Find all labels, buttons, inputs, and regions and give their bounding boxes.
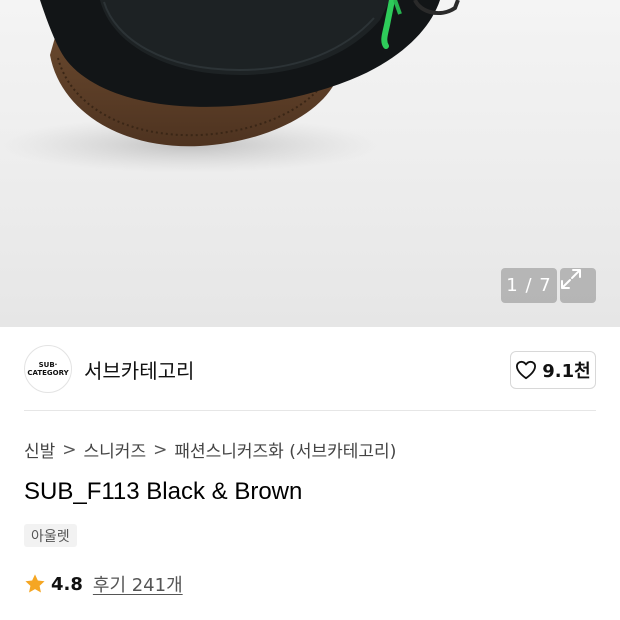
like-button[interactable]: 9.1천 [510, 351, 596, 389]
outlet-tag: 아울렛 [24, 524, 77, 547]
brand-name[interactable]: 서브카테고리 [84, 355, 194, 384]
divider [24, 410, 596, 411]
brand-logo[interactable]: SUB· CATEGORY [24, 345, 72, 393]
breadcrumb: 신발 > 스니커즈 > 패션스니커즈화 (서브카테고리) [24, 437, 396, 463]
expand-image-button[interactable] [560, 268, 596, 303]
image-counter: 1 / 7 [501, 268, 557, 303]
expand-arrows-icon [561, 269, 581, 289]
product-image-gallery[interactable]: 1 / 7 [0, 0, 620, 327]
heart-outline-icon [516, 360, 537, 380]
brand-logo-line2: CATEGORY [27, 369, 69, 377]
review-count-link[interactable]: 후기 241개 [93, 571, 183, 597]
breadcrumb-item-shoes[interactable]: 신발 [24, 437, 55, 462]
star-icon [25, 574, 45, 593]
like-count: 9.1천 [542, 361, 591, 382]
brand-logo-line1: SUB· [38, 360, 58, 369]
breadcrumb-separator: > [153, 439, 168, 460]
breadcrumb-item-sneakers[interactable]: 스니커즈 [84, 437, 147, 462]
product-title: SUB_F113 Black & Brown [24, 478, 303, 505]
brand-row: SUB· CATEGORY 서브카테고리 9.1천 [24, 345, 596, 393]
breadcrumb-separator: > [62, 439, 77, 460]
breadcrumb-item-fashion-sneakers[interactable]: 패션스니커즈화 (서브카테고리) [174, 437, 396, 462]
rating-row: 4.8 후기 241개 [24, 571, 183, 597]
rating-value: 4.8 [51, 573, 83, 595]
